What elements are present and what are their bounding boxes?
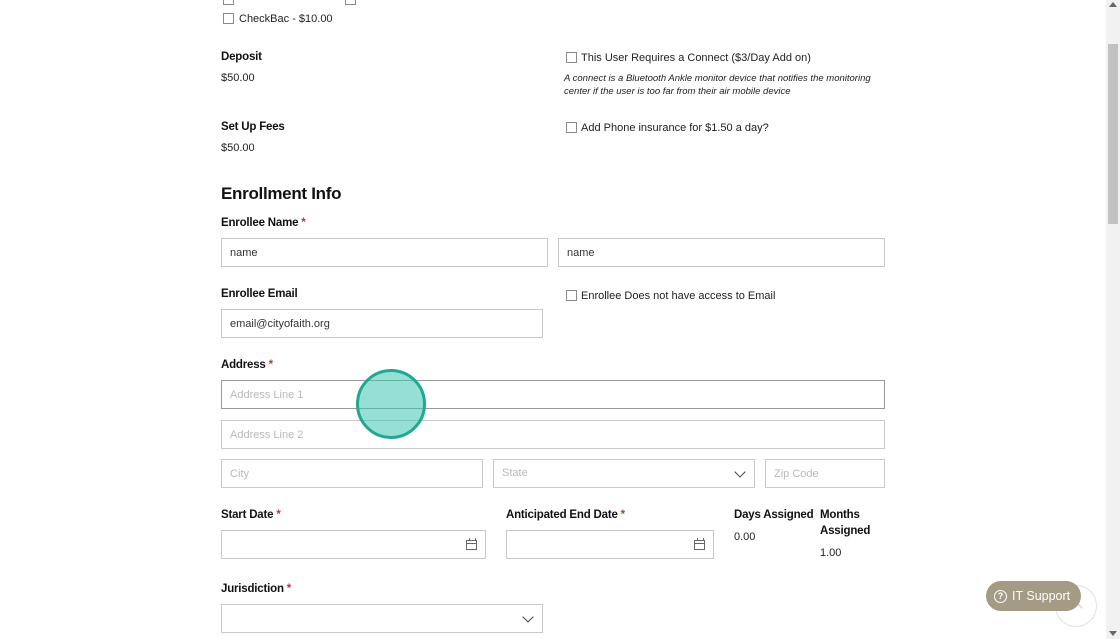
months-assigned-value: 1.00 bbox=[820, 547, 842, 559]
jurisdiction-label-text: Jurisdiction bbox=[221, 583, 284, 595]
no-email-checkbox[interactable] bbox=[566, 290, 577, 301]
deposit-value: $50.00 bbox=[221, 72, 255, 84]
chevron-down-icon bbox=[734, 466, 746, 478]
connect-note: A connect is a Bluetooth Ankle monitor d… bbox=[564, 73, 871, 97]
months-assigned-label-2: Assigned bbox=[820, 525, 871, 537]
days-assigned-label: Days Assigned bbox=[734, 509, 814, 521]
enrollment-info-title: Enrollment Info bbox=[221, 184, 342, 203]
jurisdiction-label: Jurisdiction * bbox=[221, 583, 291, 595]
jurisdiction-select[interactable] bbox=[221, 604, 543, 633]
address-line-1-input[interactable] bbox=[221, 380, 885, 409]
setup-fees-label: Set Up Fees bbox=[221, 121, 285, 133]
enrollee-name-label: Enrollee Name * bbox=[221, 217, 306, 229]
enrollee-name-label-text: Enrollee Name bbox=[221, 217, 299, 229]
vertical-scrollbar[interactable] bbox=[1106, 0, 1120, 639]
connect-label: This User Requires a Connect ($3/Day Add… bbox=[581, 52, 811, 64]
checkbac-label: CheckBac - $10.00 bbox=[239, 13, 333, 25]
phone-insurance-checkbox[interactable] bbox=[566, 122, 577, 133]
state-select-placeholder: State bbox=[502, 467, 528, 479]
required-marker: * bbox=[301, 217, 306, 229]
start-date-input[interactable] bbox=[221, 530, 486, 559]
end-date-label: Anticipated End Date * bbox=[506, 509, 625, 521]
address-line-2-input[interactable] bbox=[221, 420, 885, 449]
calendar-icon[interactable] bbox=[694, 538, 705, 550]
end-date-label-text: Anticipated End Date bbox=[506, 509, 618, 521]
required-marker: * bbox=[268, 359, 273, 371]
email-input[interactable] bbox=[221, 309, 543, 338]
last-name-input[interactable] bbox=[558, 238, 885, 267]
no-email-label: Enrollee Does not have access to Email bbox=[581, 290, 776, 302]
checkbox-partial-1[interactable] bbox=[223, 0, 234, 5]
end-date-input[interactable] bbox=[506, 530, 714, 559]
address-label-text: Address bbox=[221, 359, 266, 371]
scrollbar-thumb[interactable] bbox=[1108, 44, 1118, 224]
enrollee-email-label: Enrollee Email bbox=[221, 288, 298, 300]
city-input[interactable] bbox=[221, 459, 483, 488]
help-icon: ? bbox=[994, 589, 1007, 603]
days-assigned-value: 0.00 bbox=[734, 531, 756, 543]
required-marker: * bbox=[620, 509, 625, 521]
start-date-label-text: Start Date bbox=[221, 509, 274, 521]
zip-code-input[interactable] bbox=[765, 459, 885, 488]
checkbac-checkbox[interactable] bbox=[223, 13, 234, 24]
phone-insurance-label: Add Phone insurance for $1.50 a day? bbox=[581, 122, 769, 134]
scroll-down-arrow-icon[interactable] bbox=[1109, 631, 1117, 636]
calendar-icon[interactable] bbox=[466, 538, 477, 550]
state-select[interactable]: State bbox=[493, 459, 755, 488]
click-indicator bbox=[356, 369, 426, 439]
scroll-up-arrow-icon[interactable] bbox=[1109, 2, 1117, 7]
months-assigned-label-1: Months bbox=[820, 509, 860, 521]
start-date-label: Start Date * bbox=[221, 509, 281, 521]
connect-checkbox[interactable] bbox=[566, 52, 577, 63]
required-marker: * bbox=[276, 509, 281, 521]
first-name-input[interactable] bbox=[221, 238, 548, 267]
address-label: Address * bbox=[221, 359, 273, 371]
chevron-down-icon bbox=[522, 611, 534, 623]
deposit-label: Deposit bbox=[221, 51, 262, 63]
it-support-button[interactable]: ? IT Support bbox=[986, 581, 1081, 611]
setup-fees-value: $50.00 bbox=[221, 142, 255, 154]
required-marker: * bbox=[286, 583, 292, 595]
checkbox-partial-2[interactable] bbox=[345, 0, 356, 5]
it-support-label: IT Support bbox=[1012, 589, 1071, 603]
